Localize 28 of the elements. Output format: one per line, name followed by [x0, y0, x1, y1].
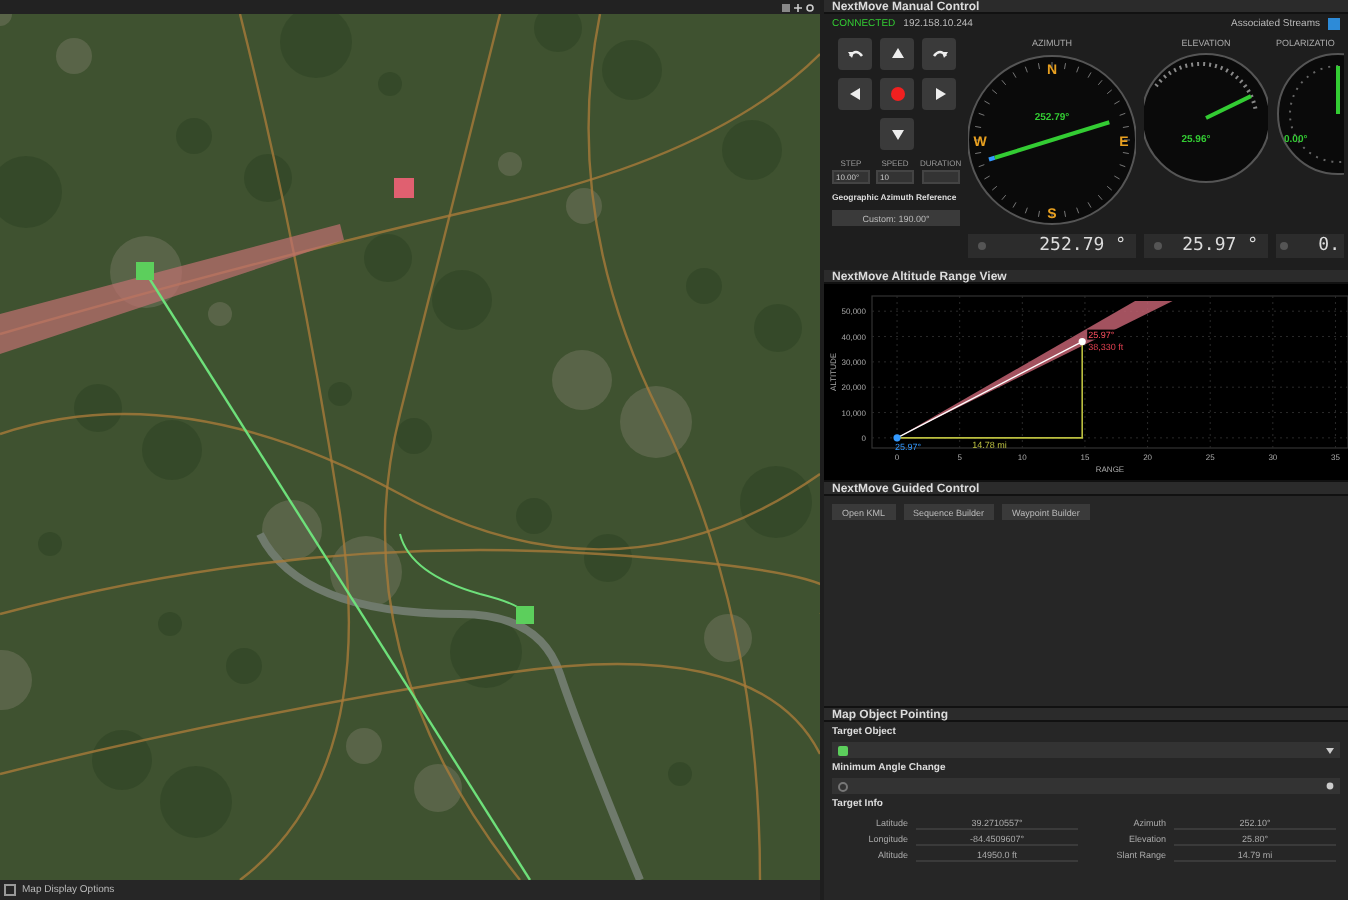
down-triangle-icon	[889, 126, 905, 142]
up-button[interactable]	[880, 38, 914, 70]
left-button[interactable]	[838, 78, 872, 110]
readout-field: 25.97 °	[1144, 234, 1268, 258]
duration-field[interactable]	[921, 170, 960, 184]
rotate-right-button[interactable]	[922, 38, 956, 70]
curved-arrow-icon	[931, 46, 947, 62]
gauge-needle	[1336, 66, 1340, 114]
marker-icon	[838, 745, 848, 755]
caret-icon	[1326, 747, 1334, 753]
angle-field[interactable]	[832, 778, 1340, 794]
up-triangle-icon	[889, 46, 905, 62]
plus-icon[interactable]	[794, 3, 802, 11]
readout-field: 0.	[1276, 234, 1344, 258]
readout-field: 252.79 °	[968, 234, 1136, 258]
right-button[interactable]	[922, 78, 956, 110]
gauge-needle	[1205, 94, 1252, 120]
left-triangle-icon	[847, 86, 863, 102]
rotate-left-button[interactable]	[838, 38, 872, 70]
curved-arrow-icon	[847, 46, 863, 62]
panel-icon[interactable]	[4, 884, 16, 896]
down-button[interactable]	[880, 118, 914, 150]
dot-icon	[889, 86, 905, 102]
streams-checkbox[interactable]	[1328, 18, 1340, 30]
gauge-needle	[988, 120, 1110, 162]
layers-icon[interactable]	[782, 3, 790, 11]
dial-icon	[838, 781, 848, 791]
right-triangle-icon	[931, 86, 947, 102]
